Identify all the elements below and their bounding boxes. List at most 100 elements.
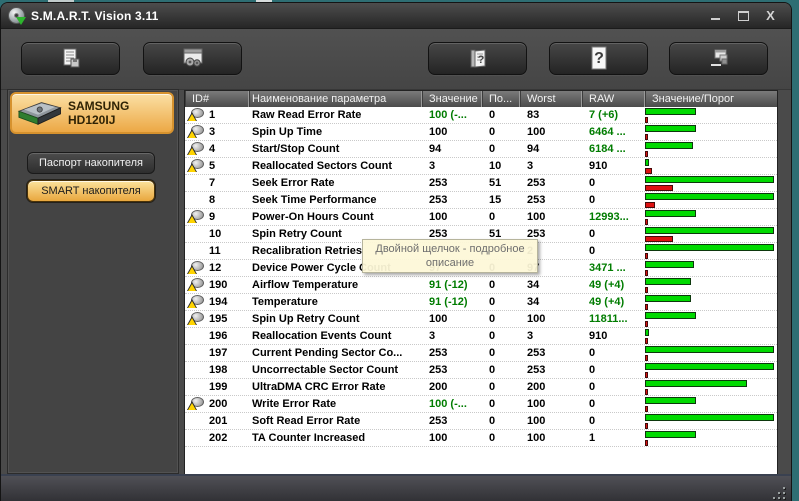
drive-passport-button[interactable]: Паспорт накопителя (27, 152, 155, 174)
row-icon-placeholder (187, 244, 207, 258)
disk-warning-icon (187, 278, 207, 292)
row-icon-placeholder (187, 363, 207, 377)
threshold-bar (645, 185, 673, 191)
table-row[interactable]: 201Soft Read Error Rate25301000 (185, 413, 777, 430)
value-bar (645, 363, 774, 370)
attr-worst: 200 (520, 379, 582, 395)
table-row[interactable]: 5Reallocated Sectors Count3103910 (185, 158, 777, 175)
attr-id: 10 (209, 226, 221, 242)
title-bar[interactable]: S.M.A.R.T. Vision 3.11 X (1, 3, 791, 29)
threshold-bar (645, 389, 648, 395)
value-bar (645, 397, 696, 404)
attr-id: 12 (209, 260, 221, 276)
attr-threshold: 0 (482, 124, 520, 140)
attr-id: 3 (209, 124, 215, 140)
table-row[interactable]: 197Current Pending Sector Co...25302530 (185, 345, 777, 362)
attr-value: 253 (422, 192, 482, 208)
column-header-name[interactable]: Наименование параметра (249, 91, 422, 107)
table-row[interactable]: 8Seek Time Performance253152530 (185, 192, 777, 209)
attr-threshold: 0 (482, 277, 520, 293)
attr-raw: 0 (582, 362, 645, 378)
attr-worst: 100 (520, 124, 582, 140)
value-bar (645, 312, 696, 319)
attr-name: Spin Up Retry Count (249, 311, 422, 327)
attr-bar-cell (645, 430, 777, 446)
value-bar (645, 108, 696, 115)
threshold-bar (645, 168, 652, 174)
table-row[interactable]: 195Spin Up Retry Count100010011811... (185, 311, 777, 328)
table-row[interactable]: 9Power-On Hours Count100010012993... (185, 209, 777, 226)
resize-grip-icon[interactable] (769, 487, 787, 501)
attr-name: Temperature (249, 294, 422, 310)
attr-bar-cell (645, 328, 777, 344)
disk-warning-icon (187, 108, 207, 122)
hdd-icon (12, 97, 64, 129)
attr-name: Write Error Rate (249, 396, 422, 412)
disk-warning-icon (187, 295, 207, 309)
table-row[interactable]: 198Uncorrectable Sector Count25302530 (185, 362, 777, 379)
table-row[interactable]: 196Reallocation Events Count303910 (185, 328, 777, 345)
exit-button[interactable] (669, 42, 768, 75)
attr-id: 11 (209, 243, 221, 259)
attr-raw: 0 (582, 226, 645, 242)
table-row[interactable]: 190Airflow Temperature91 (-12)03449 (+4) (185, 277, 777, 294)
column-header-id[interactable]: ID# (185, 91, 249, 107)
attr-value: 3 (422, 328, 482, 344)
table-row[interactable]: 4Start/Stop Count940946184 ... (185, 141, 777, 158)
disk-warning-icon (187, 125, 207, 139)
table-row[interactable]: 7Seek Error Rate253512530 (185, 175, 777, 192)
attr-name: Start/Stop Count (249, 141, 422, 157)
column-header-threshold[interactable]: По... (482, 91, 520, 107)
about-question-icon: ? (587, 46, 611, 72)
attr-worst: 253 (520, 362, 582, 378)
attr-bar-cell (645, 277, 777, 293)
attr-value: 100 (422, 430, 482, 446)
attr-id: 4 (209, 141, 215, 157)
attr-threshold: 0 (482, 430, 520, 446)
drive-selector[interactable]: SAMSUNG HD120IJ (10, 92, 174, 134)
threshold-bar (645, 338, 648, 344)
table-row[interactable]: 1Raw Read Error Rate100 (-...0837 (+6) (185, 107, 777, 124)
attr-raw: 6464 ... (582, 124, 645, 140)
maximize-button[interactable] (737, 9, 750, 22)
column-header-worst[interactable]: Worst (520, 91, 582, 107)
close-button[interactable]: X (764, 9, 777, 22)
save-report-button[interactable] (21, 42, 120, 75)
attr-name: Current Pending Sector Co... (249, 345, 422, 361)
attr-bar-cell (645, 124, 777, 140)
drive-smart-button[interactable]: SMART накопителя (27, 180, 155, 202)
value-bar (645, 210, 696, 217)
attr-worst: 94 (520, 141, 582, 157)
column-header-value[interactable]: Значение (422, 91, 482, 107)
attr-name: TA Counter Increased (249, 430, 422, 446)
row-icon-placeholder (187, 227, 207, 241)
status-bar (1, 474, 791, 501)
threshold-bar (645, 202, 655, 208)
attr-name: Seek Error Rate (249, 175, 422, 191)
attr-worst: 253 (520, 175, 582, 191)
minimize-button[interactable] (710, 9, 723, 22)
table-row[interactable]: 199UltraDMA CRC Error Rate20002000 (185, 379, 777, 396)
table-body: 1Raw Read Error Rate100 (-...0837 (+6)3S… (185, 107, 777, 447)
attr-name: Uncorrectable Sector Count (249, 362, 422, 378)
attr-id: 202 (209, 430, 227, 446)
about-button[interactable]: ? (549, 42, 648, 75)
help-contents-button[interactable]: ? (428, 42, 527, 75)
attr-worst: 34 (520, 277, 582, 293)
column-header-raw[interactable]: RAW (582, 91, 645, 107)
attr-worst: 253 (520, 345, 582, 361)
settings-button[interactable] (143, 42, 242, 75)
threshold-bar (645, 440, 648, 446)
attr-raw: 11811... (582, 311, 645, 327)
attr-id: 7 (209, 175, 215, 191)
table-row[interactable]: 202TA Counter Increased10001001 (185, 430, 777, 447)
table-row[interactable]: 3Spin Up Time10001006464 ... (185, 124, 777, 141)
column-header-value-threshold[interactable]: Значение/Порог (645, 91, 777, 107)
attr-bar-cell (645, 209, 777, 225)
table-row[interactable]: 194Temperature91 (-12)03449 (+4) (185, 294, 777, 311)
table-row[interactable]: 200Write Error Rate100 (-...01000 (185, 396, 777, 413)
table-header: ID# Наименование параметра Значение По..… (185, 91, 777, 107)
attr-threshold: 0 (482, 209, 520, 225)
attr-threshold: 0 (482, 294, 520, 310)
attr-threshold: 0 (482, 413, 520, 429)
